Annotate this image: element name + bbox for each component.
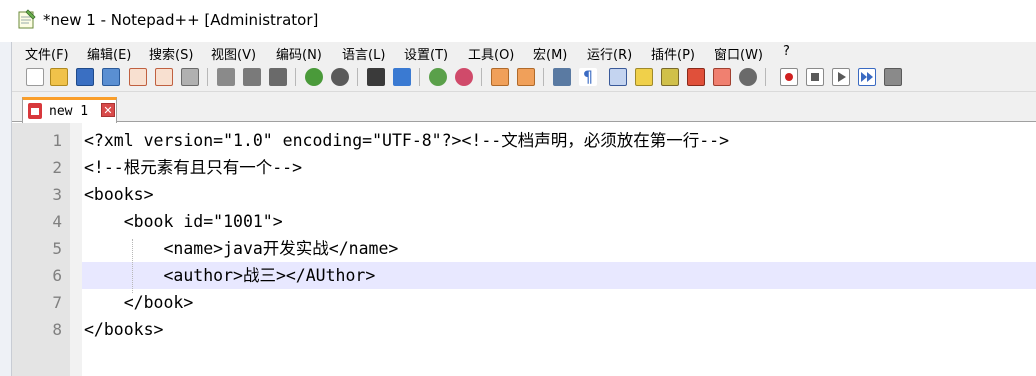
editor[interactable]: 1 2 3 4 5 6 7 8 <?xml version="1.0" enco…: [12, 123, 1036, 376]
tab-bar: new 1 ✕: [12, 92, 1036, 123]
new-file-icon[interactable]: [26, 68, 44, 86]
monitor-icon[interactable]: [739, 68, 757, 86]
menu-search[interactable]: 搜索(S): [149, 44, 193, 63]
run-macro-multiple-icon[interactable]: [858, 68, 876, 86]
line-number: 8: [52, 320, 62, 339]
line-number: 5: [52, 239, 62, 258]
menu-macro[interactable]: 宏(M): [533, 44, 567, 63]
folder-workspace-icon[interactable]: [713, 68, 731, 86]
toolbar-separator: [295, 68, 296, 86]
indent-guide-icon[interactable]: [609, 68, 627, 86]
function-list-icon[interactable]: [687, 68, 705, 86]
code-line-4[interactable]: <book id="1001">: [84, 208, 283, 235]
menu-encoding[interactable]: 编码(N): [276, 44, 322, 63]
find-icon[interactable]: [367, 68, 385, 86]
code-line-6[interactable]: <author>战三></AUthor>: [84, 262, 375, 289]
code-line-2[interactable]: <!--根元素有且只有一个-->: [84, 154, 302, 181]
menu-view[interactable]: 视图(V): [211, 44, 256, 63]
menu-help[interactable]: ?: [783, 44, 790, 59]
line-number: 6: [52, 266, 62, 285]
paste-icon[interactable]: [269, 68, 287, 86]
replace-icon[interactable]: [393, 68, 411, 86]
open-file-icon[interactable]: [50, 68, 68, 86]
unsaved-file-icon: [28, 103, 42, 119]
menu-plugins[interactable]: 插件(P): [651, 44, 695, 63]
toolbar-separator: [543, 68, 544, 86]
toolbar-separator: [207, 68, 208, 86]
undo-icon[interactable]: [305, 68, 323, 86]
line-number: 4: [52, 212, 62, 231]
menu-edit[interactable]: 编辑(E): [87, 44, 131, 63]
code-line-7[interactable]: </book>: [84, 289, 194, 316]
toolbar-separator: [357, 68, 358, 86]
code-line-5[interactable]: <name>java开发实战</name>: [84, 235, 398, 262]
save-macro-icon[interactable]: [884, 68, 902, 86]
word-wrap-icon[interactable]: [553, 68, 571, 86]
save-all-icon[interactable]: [102, 68, 120, 86]
toolbar-separator: [765, 68, 766, 86]
line-number: 2: [52, 158, 62, 177]
code-line-3[interactable]: <books>: [84, 181, 154, 208]
code-line-1[interactable]: <?xml version="1.0" encoding="UTF-8"?><!…: [84, 127, 729, 154]
menu-language[interactable]: 语言(L): [342, 44, 385, 63]
toolbar-separator: [481, 68, 482, 86]
copy-icon[interactable]: [243, 68, 261, 86]
show-all-chars-icon[interactable]: ¶: [579, 68, 597, 86]
toolbar: ¶: [12, 62, 1036, 92]
play-macro-icon[interactable]: [832, 68, 850, 86]
zoom-in-icon[interactable]: [429, 68, 447, 86]
line-number: 3: [52, 185, 62, 204]
menu-tools[interactable]: 工具(O): [468, 44, 514, 63]
sync-vertical-icon[interactable]: [491, 68, 509, 86]
close-all-icon[interactable]: [155, 68, 173, 86]
tab-close-icon[interactable]: ✕: [101, 103, 115, 117]
redo-icon[interactable]: [331, 68, 349, 86]
background-window-strip: [0, 0, 12, 376]
menu-file[interactable]: 文件(F): [25, 44, 69, 63]
menu-window[interactable]: 窗口(W): [714, 44, 763, 63]
sync-horizontal-icon[interactable]: [517, 68, 535, 86]
record-macro-icon[interactable]: [780, 68, 798, 86]
line-number: 1: [52, 131, 62, 150]
code-line-8[interactable]: </books>: [84, 316, 163, 343]
menu-run[interactable]: 运行(R): [587, 44, 632, 63]
save-icon[interactable]: [76, 68, 94, 86]
fold-margin[interactable]: [70, 123, 82, 376]
toolbar-separator: [419, 68, 420, 86]
stop-macro-icon[interactable]: [806, 68, 824, 86]
print-icon[interactable]: [181, 68, 199, 86]
close-icon[interactable]: [129, 68, 147, 86]
user-lang-icon[interactable]: [635, 68, 653, 86]
line-number-gutter: 1 2 3 4 5 6 7 8: [12, 123, 70, 376]
menu-settings[interactable]: 设置(T): [404, 44, 448, 63]
window-title: *new 1 - Notepad++ [Administrator]: [43, 11, 319, 29]
line-number: 7: [52, 293, 62, 312]
zoom-out-icon[interactable]: [455, 68, 473, 86]
cut-icon[interactable]: [217, 68, 235, 86]
title-bar: *new 1 - Notepad++ [Administrator]: [0, 0, 1036, 42]
notepad-plus-plus-icon: [18, 9, 36, 29]
tab-new-1[interactable]: new 1 ✕: [22, 97, 117, 123]
menu-bar: 文件(F) 编辑(E) 搜索(S) 视图(V) 编码(N) 语言(L) 设置(T…: [12, 42, 1036, 63]
doc-map-icon[interactable]: [661, 68, 679, 86]
tab-label: new 1: [49, 104, 89, 119]
